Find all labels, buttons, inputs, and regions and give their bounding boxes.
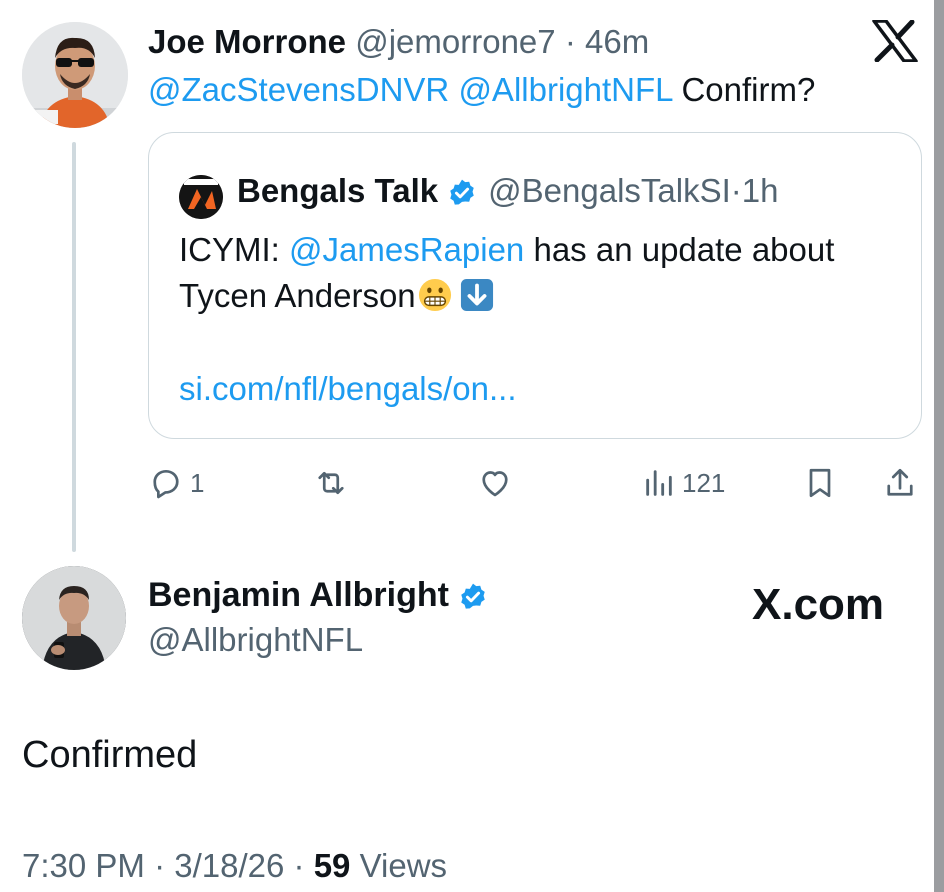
quoted-tweet-header: Bengals Talk @BengalsTalkSI · 1h: [237, 171, 778, 211]
author-handle[interactable]: @BengalsTalkSI: [488, 171, 731, 211]
reply-tweet-text: @ZacStevensDNVR @AllbrightNFL Confirm?: [148, 70, 815, 110]
tweet-action-bar: 1 121: [148, 456, 922, 510]
avatar-benjamin-allbright[interactable]: [22, 566, 126, 670]
separator: ·: [154, 847, 166, 884]
verified-badge-icon[interactable]: [457, 579, 489, 611]
scrollbar[interactable]: [934, 0, 944, 892]
tweet-time[interactable]: 46m: [585, 23, 649, 60]
mention-link[interactable]: @AllbrightNFL: [458, 71, 672, 108]
quoted-tweet-text: ICYMI: @JamesRapien has an update about …: [179, 227, 909, 319]
share-icon: [887, 468, 913, 496]
avatar-bengals-talk[interactable]: [179, 175, 223, 219]
tweet-time[interactable]: 1h: [742, 171, 779, 211]
bengals-logo-icon: [179, 175, 223, 219]
separator: ·: [730, 172, 742, 209]
author-name[interactable]: Joe Morrone: [148, 23, 346, 60]
views-count: 121: [682, 467, 726, 498]
avatar-photo: [22, 22, 128, 128]
reply-tweet-header: Joe Morrone @jemorrone7 · 46m: [148, 22, 649, 62]
text-prefix: ICYMI:: [179, 231, 280, 268]
bookmark-button[interactable]: [802, 456, 838, 510]
author-name[interactable]: Benjamin Allbright: [148, 574, 449, 616]
retweet-button[interactable]: [312, 456, 356, 510]
author-name[interactable]: Bengals Talk: [237, 171, 438, 211]
views-button[interactable]: 121: [642, 456, 725, 510]
down-arrow-emoji: [460, 278, 493, 312]
tweet-time[interactable]: 7:30 PM: [22, 847, 145, 884]
share-button[interactable]: [882, 456, 918, 510]
heart-icon: [482, 471, 508, 497]
tweet-body: Confirm?: [681, 71, 816, 108]
main-tweet-author: Benjamin Allbright: [148, 574, 499, 616]
separator: ·: [293, 847, 305, 884]
avatar-joe-morrone[interactable]: [22, 22, 128, 128]
author-handle[interactable]: @AllbrightNFL: [148, 620, 363, 660]
reply-icon: [153, 469, 179, 499]
tweet-metadata: 7:30 PM · 3/18/26 · 59 Views: [22, 846, 447, 886]
reply-button[interactable]: 1: [148, 456, 204, 510]
main-tweet-text: Confirmed: [22, 734, 198, 776]
article-link[interactable]: si.com/nfl/bengals/on...: [179, 369, 517, 409]
like-button[interactable]: [476, 456, 520, 510]
x-com-wordmark: X.com: [752, 580, 885, 629]
mention-link[interactable]: @JamesRapien: [289, 231, 524, 268]
retweet-icon: [318, 471, 344, 495]
thread-connector-line: [72, 142, 76, 552]
verified-badge-icon[interactable]: [446, 175, 478, 207]
text-middle: has an update about: [533, 231, 835, 268]
author-handle[interactable]: @jemorrone7: [355, 23, 555, 60]
views-count: 59: [313, 847, 351, 884]
x-logo-icon[interactable]: [872, 19, 918, 63]
avatar-photo: [22, 566, 126, 670]
quoted-tweet-card[interactable]: Bengals Talk @BengalsTalkSI · 1h ICYMI: …: [148, 132, 922, 439]
tweet-date[interactable]: 3/18/26: [174, 847, 284, 884]
views-label: Views: [359, 847, 448, 884]
mention-link[interactable]: @ZacStevensDNVR: [148, 71, 449, 108]
views-chart-icon: [646, 470, 672, 496]
text-line2: Tycen Anderson: [179, 277, 416, 314]
separator: ·: [564, 23, 576, 60]
bookmark-icon: [809, 468, 831, 498]
reply-count: 1: [190, 467, 205, 498]
grimacing-face-emoji: [418, 278, 451, 312]
